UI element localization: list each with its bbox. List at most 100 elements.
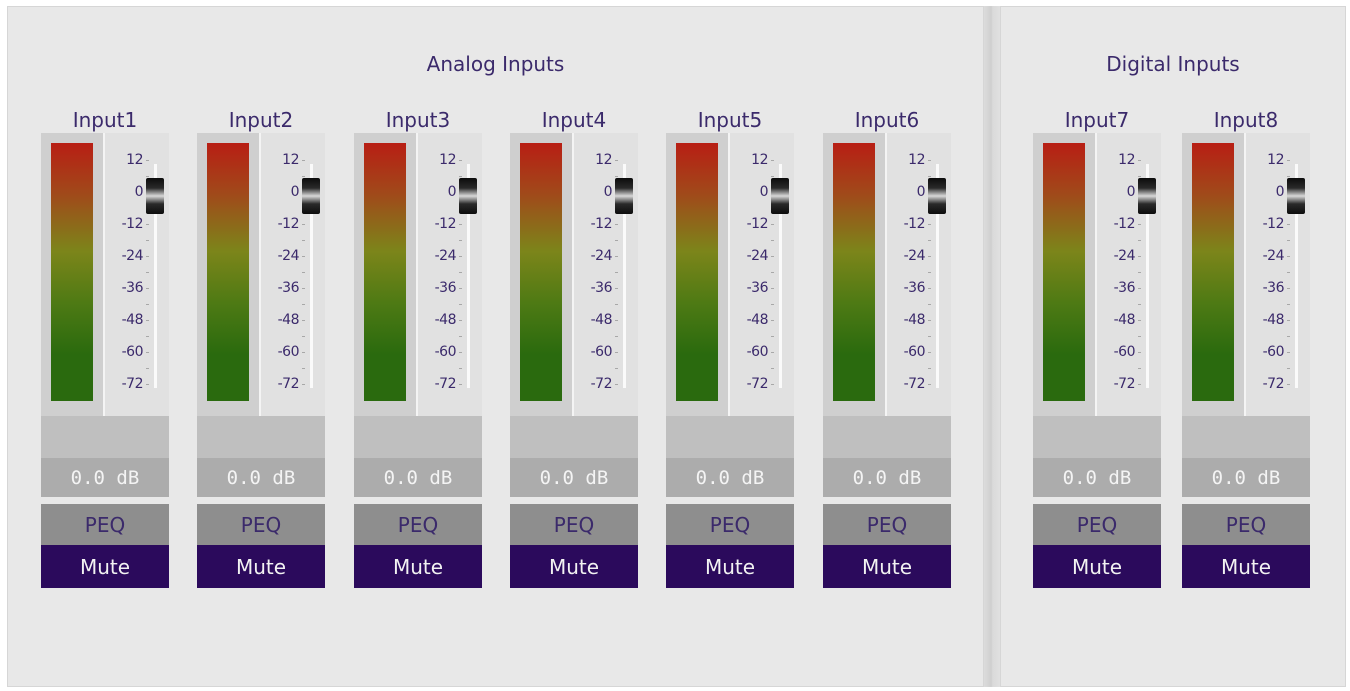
gain-value-display[interactable]: 0.0 dB: [1033, 458, 1161, 497]
gain-fader-knob[interactable]: [928, 178, 946, 214]
peq-button[interactable]: PEQ: [1182, 504, 1310, 545]
scale-tick: [302, 256, 305, 257]
scale-tick: [146, 288, 149, 289]
scale-label: -24: [746, 248, 769, 264]
scale-tick: [1287, 320, 1290, 321]
scale-tick: [1138, 352, 1141, 353]
label-field: [823, 416, 951, 458]
scale-label: -72: [121, 376, 144, 392]
gain-value-display[interactable]: 0.0 dB: [1182, 458, 1310, 497]
scale-label: 12: [126, 152, 143, 168]
scale-tick: [459, 352, 462, 353]
gain-value-display[interactable]: 0.0 dB: [41, 458, 169, 497]
scale-minor-tick: [1138, 336, 1141, 337]
scale-minor-tick: [146, 368, 149, 369]
gain-value-display[interactable]: 0.0 dB: [666, 458, 794, 497]
scale-label: -24: [121, 248, 144, 264]
peq-button[interactable]: PEQ: [1033, 504, 1161, 545]
db-scale: 12 0 -12 -24 -36 -48 -60 -72: [261, 133, 305, 416]
scale-label: 12: [1118, 152, 1135, 168]
scale-label: -60: [434, 344, 457, 360]
scale-label: 0: [759, 184, 769, 200]
scale-tick: [771, 288, 774, 289]
scale-minor-tick: [146, 240, 149, 241]
scale-minor-tick: [146, 176, 149, 177]
gain-fader-knob[interactable]: [146, 178, 164, 214]
scale-minor-tick: [615, 368, 618, 369]
peq-button[interactable]: PEQ: [41, 504, 169, 545]
channel-name: Input6: [854, 108, 920, 132]
peq-button[interactable]: PEQ: [823, 504, 951, 545]
mute-button[interactable]: Mute: [823, 545, 951, 588]
scale-tick: [771, 352, 774, 353]
scale-label: -36: [746, 280, 769, 296]
mute-button[interactable]: Mute: [354, 545, 482, 588]
gain-fader-knob[interactable]: [302, 178, 320, 214]
mute-button[interactable]: Mute: [1182, 545, 1310, 588]
peq-button[interactable]: PEQ: [510, 504, 638, 545]
gain-fader-knob[interactable]: [1138, 178, 1156, 214]
scale-minor-tick: [459, 336, 462, 337]
scale-label: -12: [903, 216, 926, 232]
mute-button[interactable]: Mute: [41, 545, 169, 588]
scale-minor-tick: [1138, 176, 1141, 177]
channel-name: Input1: [72, 108, 138, 132]
peq-button[interactable]: PEQ: [354, 504, 482, 545]
panel-splitter[interactable]: [984, 6, 1000, 687]
scale-tick: [771, 384, 774, 385]
peq-button[interactable]: PEQ: [197, 504, 325, 545]
scale-minor-tick: [1138, 272, 1141, 273]
gain-value-display[interactable]: 0.0 dB: [823, 458, 951, 497]
scale-tick: [146, 256, 149, 257]
label-field: [1033, 416, 1161, 458]
level-meter: [666, 133, 728, 416]
level-meter: [197, 133, 259, 416]
gain-fader-knob[interactable]: [1287, 178, 1305, 214]
scale-label: -60: [277, 344, 300, 360]
scale-label: -48: [1262, 312, 1285, 328]
mute-button[interactable]: Mute: [666, 545, 794, 588]
scale-label: -48: [903, 312, 926, 328]
mute-button[interactable]: Mute: [1033, 545, 1161, 588]
scale-tick: [1138, 256, 1141, 257]
gain-value-display[interactable]: 0.0 dB: [197, 458, 325, 497]
scale-tick: [771, 160, 774, 161]
scale-tick: [302, 384, 305, 385]
scale-minor-tick: [928, 176, 931, 177]
peq-button[interactable]: PEQ: [666, 504, 794, 545]
scale-tick: [615, 320, 618, 321]
mute-button[interactable]: Mute: [510, 545, 638, 588]
scale-label: 12: [595, 152, 612, 168]
label-field: [354, 416, 482, 458]
scale-label: 12: [751, 152, 768, 168]
scale-minor-tick: [459, 368, 462, 369]
scale-tick: [615, 256, 618, 257]
scale-label: 0: [290, 184, 300, 200]
db-scale: 12 0 -12 -24 -36 -48 -60 -72: [418, 133, 462, 416]
db-scale: 12 0 -12 -24 -36 -48 -60 -72: [1246, 133, 1290, 416]
scale-tick: [302, 320, 305, 321]
gain-value-display[interactable]: 0.0 dB: [510, 458, 638, 497]
scale-label: -48: [746, 312, 769, 328]
gain-fader-knob[interactable]: [459, 178, 477, 214]
gain-value-display[interactable]: 0.0 dB: [354, 458, 482, 497]
scale-minor-tick: [928, 368, 931, 369]
scale-tick: [615, 160, 618, 161]
scale-label: -72: [746, 376, 769, 392]
gain-fader-knob[interactable]: [771, 178, 789, 214]
scale-tick: [302, 224, 305, 225]
scale-label: 0: [447, 184, 457, 200]
gain-fader-knob[interactable]: [615, 178, 633, 214]
scale-label: -12: [746, 216, 769, 232]
label-field: [197, 416, 325, 458]
scale-label: -72: [1113, 376, 1136, 392]
channel-strip-input3: Input3 12 0 -12 -24 -36 -48 -60 -72 0.0 dB PEQ …: [354, 0, 482, 691]
level-meter-bar: [51, 143, 93, 401]
scale-minor-tick: [1287, 176, 1290, 177]
mute-button[interactable]: Mute: [197, 545, 325, 588]
scale-label: 12: [1267, 152, 1284, 168]
level-meter-area: 12 0 -12 -24 -36 -48 -60 -72: [510, 133, 638, 416]
level-meter-bar: [1192, 143, 1234, 401]
scale-label: -72: [1262, 376, 1285, 392]
scale-tick: [615, 224, 618, 225]
